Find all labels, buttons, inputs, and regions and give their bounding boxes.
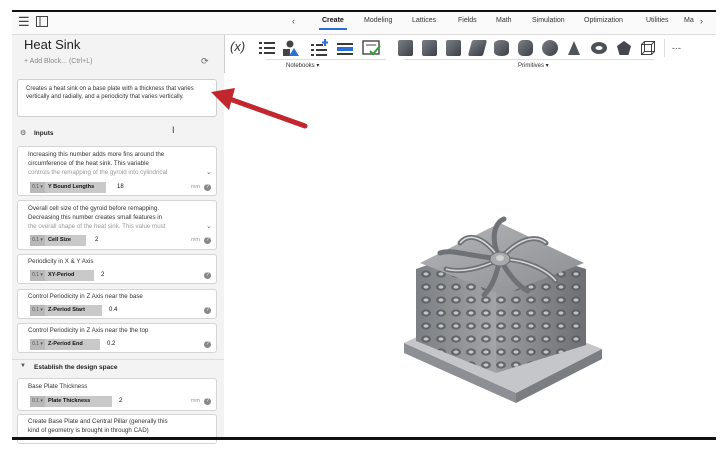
info-icon[interactable]: ? xyxy=(204,341,211,348)
list-icon[interactable] xyxy=(258,39,276,57)
box-icon[interactable] xyxy=(446,40,461,56)
tab-modeling[interactable]: Modeling xyxy=(364,17,392,24)
unit-label: mm xyxy=(190,184,200,190)
tab-lattices[interactable]: Lattices xyxy=(412,17,436,24)
cone-icon[interactable] xyxy=(566,40,584,58)
pentagon-icon[interactable] xyxy=(616,40,634,58)
param-description: Control Periodicity in Z Axis near the t… xyxy=(28,327,149,334)
refresh-icon[interactable]: ⟳ xyxy=(201,56,209,67)
xy-period-input[interactable]: 2 xyxy=(101,270,104,281)
info-icon[interactable]: ? xyxy=(204,184,211,191)
param-description: Base Plate Thickness xyxy=(28,383,88,390)
z-period-end-input[interactable]: 0.2 xyxy=(107,339,115,350)
tab-overflow[interactable]: Ma xyxy=(684,17,694,24)
tab-create[interactable]: Create xyxy=(319,17,347,30)
hamburger-menu-icon[interactable]: ☰ xyxy=(18,14,30,30)
y-bound-input[interactable]: 18 xyxy=(117,182,124,193)
unit-dropdown[interactable]: 0.1 ▾ xyxy=(30,182,45,193)
text-cursor-icon: I xyxy=(172,125,175,135)
cell-size-input[interactable]: 2 xyxy=(95,235,98,246)
unit-dropdown[interactable]: 0.1 ▾ xyxy=(30,339,45,350)
top-bar: ☰ ‹ Create Modeling Lattices Fields Math… xyxy=(12,12,716,35)
param-description: Control Periodicity in Z Axis near the b… xyxy=(28,293,143,300)
wedge-icon[interactable] xyxy=(467,40,488,56)
torus-icon[interactable] xyxy=(590,40,608,58)
inputs-section-header[interactable]: ⚙ Inputs xyxy=(12,126,224,140)
add-block-input[interactable]: + Add Block... (Ctrl+L) xyxy=(24,58,92,65)
tab-optimization[interactable]: Optimization xyxy=(584,17,623,24)
z-period-start-input[interactable]: 0.4 xyxy=(109,305,117,316)
info-icon[interactable]: ? xyxy=(204,307,211,314)
ribbon-toolbar: (x) Notebooks ▾ -·- Primitives ▾ xyxy=(224,35,716,73)
bottom-frame xyxy=(12,437,716,440)
param-row-z-period-start: Z-Period Start 0.1 ▾ 0.4 ? xyxy=(17,305,217,316)
notebooks-dropdown[interactable]: Notebooks ▾ xyxy=(286,62,319,69)
tabs-scroll-right-icon[interactable]: › xyxy=(700,16,703,26)
param-row-cell-size: Cell Size 0.1 ▾ 2 mm ? xyxy=(17,235,217,246)
sphere-icon[interactable] xyxy=(542,40,558,56)
gear-icon: ⚙ xyxy=(20,130,27,137)
tab-math[interactable]: Math xyxy=(496,17,512,24)
unit-label: mm xyxy=(190,237,200,243)
unit-label: mm xyxy=(190,398,200,404)
variable-icon[interactable]: (x) xyxy=(230,39,248,57)
rounded-cube-icon[interactable] xyxy=(422,40,437,56)
panel-toggle-icon[interactable] xyxy=(36,15,48,30)
unit-dropdown[interactable]: 0.1 ▾ xyxy=(30,235,45,246)
param-description: Overall cell size of the gyroid before r… xyxy=(28,205,166,230)
block-description: Creates a heat sink on a base plate with… xyxy=(17,79,217,117)
plate-thickness-input[interactable]: 2 xyxy=(119,396,122,407)
info-icon[interactable]: ? xyxy=(204,272,211,279)
param-description: Periodicity in X & Y Axis xyxy=(28,258,94,265)
tab-simulation[interactable]: Simulation xyxy=(532,17,565,24)
toolbar-divider xyxy=(266,59,386,60)
primitives-dropdown[interactable]: Primitives ▾ xyxy=(518,62,549,69)
unit-dropdown[interactable]: 0.1 ▾ xyxy=(30,270,45,281)
param-row-xy-period: XY-Period 0.1 ▾ 2 ? xyxy=(17,270,217,281)
block-list-icon[interactable] xyxy=(336,39,354,57)
param-row-y-bound: Y Bound Lengths 0.1 ▾ 18 mm ? xyxy=(17,182,217,193)
cube-icon[interactable] xyxy=(398,40,413,56)
app-window: ☰ ‹ Create Modeling Lattices Fields Math… xyxy=(0,0,728,453)
design-space-section-header[interactable]: ▼ Establish the design space xyxy=(12,359,224,374)
primitives-divider xyxy=(404,59,654,60)
annotation-arrow xyxy=(211,88,308,129)
info-icon[interactable]: ? xyxy=(204,237,211,244)
capsule-icon[interactable] xyxy=(518,40,533,56)
tab-fields[interactable]: Fields xyxy=(458,17,477,24)
unit-dropdown[interactable]: 0.1 ▾ xyxy=(30,305,45,316)
info-icon[interactable]: ? xyxy=(204,398,211,405)
axis-icon[interactable]: -·- xyxy=(672,43,690,61)
tab-utilities[interactable]: Utilities xyxy=(646,17,669,24)
param-description: Create Base Plate and Central Pillar (ge… xyxy=(28,418,168,434)
checklist-icon[interactable] xyxy=(362,39,381,57)
add-list-icon[interactable] xyxy=(310,39,328,57)
caret-down-icon: ▼ xyxy=(20,363,26,369)
block-title: Heat Sink xyxy=(24,37,81,52)
unit-dropdown[interactable]: 0.1 ▾ xyxy=(30,396,45,407)
cylinder-icon[interactable] xyxy=(494,40,509,56)
param-row-plate-thickness: Plate Thickness 0.1 ▾ 2 mm ? xyxy=(17,396,217,407)
shapes-icon[interactable] xyxy=(282,39,300,57)
tabs-scroll-left-icon[interactable]: ‹ xyxy=(292,16,295,26)
param-description: Increasing this number adds more fins ar… xyxy=(28,151,168,176)
wireframe-cube-icon[interactable] xyxy=(640,40,658,58)
toolbar-separator xyxy=(664,39,665,57)
param-row-z-period-end: Z-Period End 0.1 ▾ 0.2 ? xyxy=(17,339,217,350)
